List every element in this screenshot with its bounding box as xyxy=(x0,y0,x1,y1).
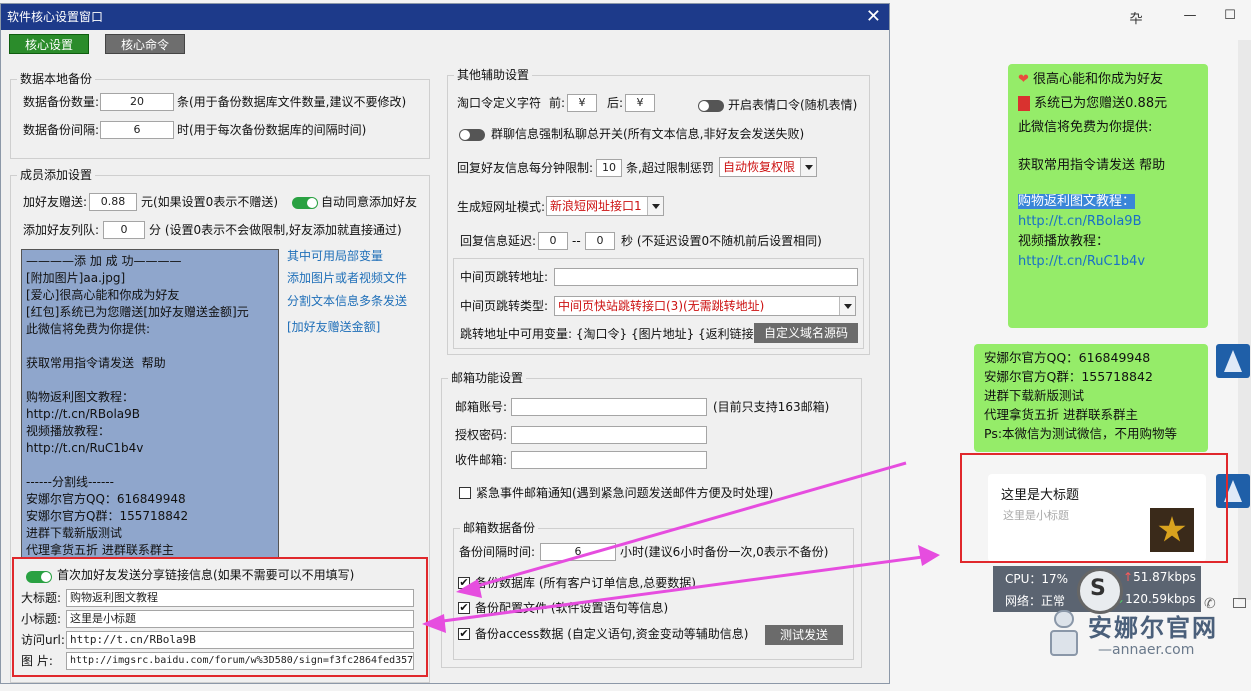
arrow-head xyxy=(456,579,482,598)
arrow-head xyxy=(422,614,446,633)
annotation-arrows xyxy=(422,461,940,633)
arrow-head xyxy=(918,545,940,566)
arrow-to-card xyxy=(427,554,931,625)
